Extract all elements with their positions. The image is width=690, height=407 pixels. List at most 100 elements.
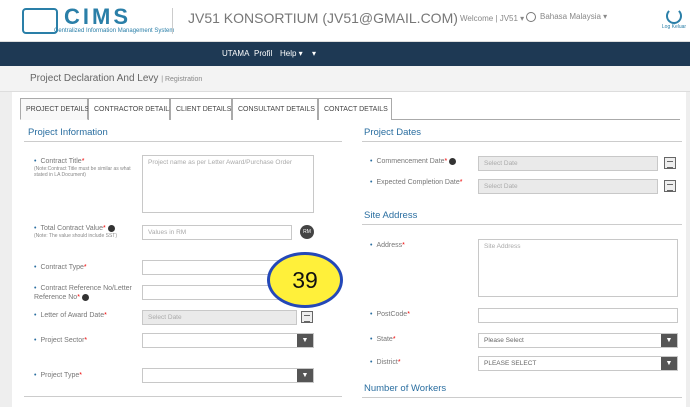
chevron-down-icon: ▼ [297, 334, 313, 347]
award-date-input[interactable]: Select Date [142, 310, 297, 325]
logout-button[interactable]: Log Keluar [660, 8, 688, 30]
address-label: • Address* [370, 242, 405, 249]
required-mark: * [407, 311, 410, 318]
completion-label: • Expected Completion Date* [370, 179, 463, 186]
contract-title-text: Contract Title [40, 158, 82, 165]
nav-profil[interactable]: Profil [254, 49, 272, 58]
company-name: JV51 KONSORTIUM (JV51@GMAIL.COM) [188, 10, 458, 26]
language-label: Bahasa Malaysia ▾ [540, 12, 608, 22]
page-subtitle: | Registration [161, 76, 203, 83]
main-nav: UTAMA Profil Help ▾ ▾ [0, 42, 690, 66]
district-select[interactable]: PLEASE SELECT ▼ [478, 356, 678, 371]
contract-ref-label: • Contract Reference No/Letter Reference … [34, 285, 132, 301]
award-date-text: Letter of Award Date [40, 312, 105, 319]
completion-date-input[interactable]: Select Date [478, 179, 658, 194]
right-gutter [686, 92, 690, 407]
info-icon[interactable] [81, 293, 89, 301]
section-project-dates: Project Dates [364, 127, 422, 138]
calendar-icon[interactable] [301, 311, 313, 323]
contract-title-input[interactable]: Project name as per Letter Award/Purchas… [142, 155, 314, 213]
state-text: State [376, 336, 393, 343]
tab-consultant-details[interactable]: CONSULTANT DETAILS [232, 98, 318, 120]
chevron-down-icon: ▼ [661, 334, 677, 347]
section-project-information: Project Information [28, 127, 108, 138]
commencement-date-input[interactable]: Select Date [478, 156, 658, 171]
total-value-text: Total Contract Value [40, 225, 103, 232]
tab-contact-details[interactable]: CONTACT DETAILS [318, 98, 392, 120]
district-text: District [376, 359, 398, 366]
rm-currency-icon: RM [300, 225, 314, 239]
district-label: • District* [370, 359, 401, 366]
required-mark: * [102, 225, 106, 232]
required-mark: * [81, 158, 85, 165]
completion-text: Expected Completion Date [376, 179, 460, 186]
total-value-input[interactable]: Values in RM [142, 225, 292, 240]
user-menu[interactable]: Welcome | JV51 ▾ [460, 14, 524, 23]
tab-project-details[interactable]: PROJECT DETAILS [20, 98, 89, 120]
step-number-badge: 39 [267, 252, 343, 308]
project-type-select[interactable]: ▼ [142, 368, 314, 383]
state-value: Please Select [484, 337, 524, 344]
required-mark: * [83, 264, 87, 271]
left-gutter [0, 92, 12, 407]
tab-contractor-details[interactable]: CONTRACTOR DETAILS [88, 98, 174, 120]
project-sector-select[interactable]: ▼ [142, 333, 314, 348]
total-value-note: (Note: The value should include SST) [34, 233, 118, 239]
section-divider [362, 141, 682, 142]
required-mark: * [402, 242, 405, 249]
state-select[interactable]: Please Select ▼ [478, 333, 678, 348]
top-header: CIMS Centralized Information Management … [0, 0, 690, 42]
section-divider [362, 224, 682, 225]
cims-logo[interactable]: CIMS Centralized Information Management … [22, 4, 174, 38]
district-value: PLEASE SELECT [484, 360, 537, 367]
postcode-input[interactable] [478, 308, 678, 323]
calendar-icon[interactable] [664, 157, 676, 169]
commencement-text: Commencement Date [376, 158, 445, 165]
project-sector-label: • Project Sector* [34, 337, 88, 344]
state-label: • State* [370, 336, 396, 343]
logout-label: Log Keluar [661, 24, 687, 30]
info-icon[interactable] [449, 157, 457, 165]
section-divider [362, 397, 682, 398]
header-divider [172, 8, 173, 34]
site-address-input[interactable]: Site Address [478, 239, 678, 297]
chevron-down-icon: ▼ [661, 357, 677, 370]
required-mark: * [84, 337, 88, 344]
calendar-icon[interactable] [664, 180, 676, 192]
postcode-text: PostCode [376, 311, 408, 318]
breadcrumb: Project Declaration And Levy | Registrat… [0, 66, 690, 92]
required-mark: * [397, 359, 401, 366]
tab-bar: PROJECT DETAILS CONTRACTOR DETAILS CLIEN… [20, 98, 680, 120]
project-type-label: • Project Type* [34, 372, 82, 379]
required-mark: * [444, 158, 448, 165]
project-sector-text: Project Sector [40, 337, 85, 344]
contract-type-text: Contract Type [40, 264, 84, 271]
contract-title-label: • Contract Title* (Note:Contract Title mus… [34, 157, 134, 178]
required-mark: * [459, 179, 463, 186]
contract-type-label: • Contract Type* [34, 264, 87, 271]
chevron-down-icon: ▼ [297, 369, 313, 382]
logo-text: CIMS [64, 4, 131, 29]
page-title: Project Declaration And Levy | Registrat… [30, 73, 202, 84]
award-date-label: • Letter of Award Date* [34, 312, 107, 319]
section-divider [24, 396, 342, 397]
section-site-address: Site Address [364, 210, 418, 221]
logo-subtitle: Centralized Information Management Syste… [54, 28, 175, 34]
contract-title-note: (Note:Contract Title must be similar as … [34, 166, 131, 178]
language-selector[interactable]: Bahasa Malaysia ▾ [526, 12, 607, 22]
total-value-label: • Total Contract Value* (Note: The value s… [34, 224, 139, 239]
required-mark: * [104, 312, 107, 319]
nav-extra[interactable]: ▾ [312, 49, 316, 58]
tab-client-details[interactable]: CLIENT DETAILS [170, 98, 232, 120]
section-divider [24, 141, 342, 142]
address-text: Address [376, 242, 403, 249]
info-icon[interactable] [107, 224, 115, 232]
nav-help[interactable]: Help ▾ [280, 49, 303, 58]
required-mark: * [77, 294, 80, 301]
project-type-text: Project Type [40, 372, 80, 379]
postcode-label: • PostCode* [370, 311, 410, 318]
nav-utama[interactable]: UTAMA [222, 49, 249, 58]
page-title-text: Project Declaration And Levy [30, 73, 159, 84]
commencement-label: • Commencement Date* [370, 157, 476, 166]
required-mark: * [79, 372, 82, 379]
